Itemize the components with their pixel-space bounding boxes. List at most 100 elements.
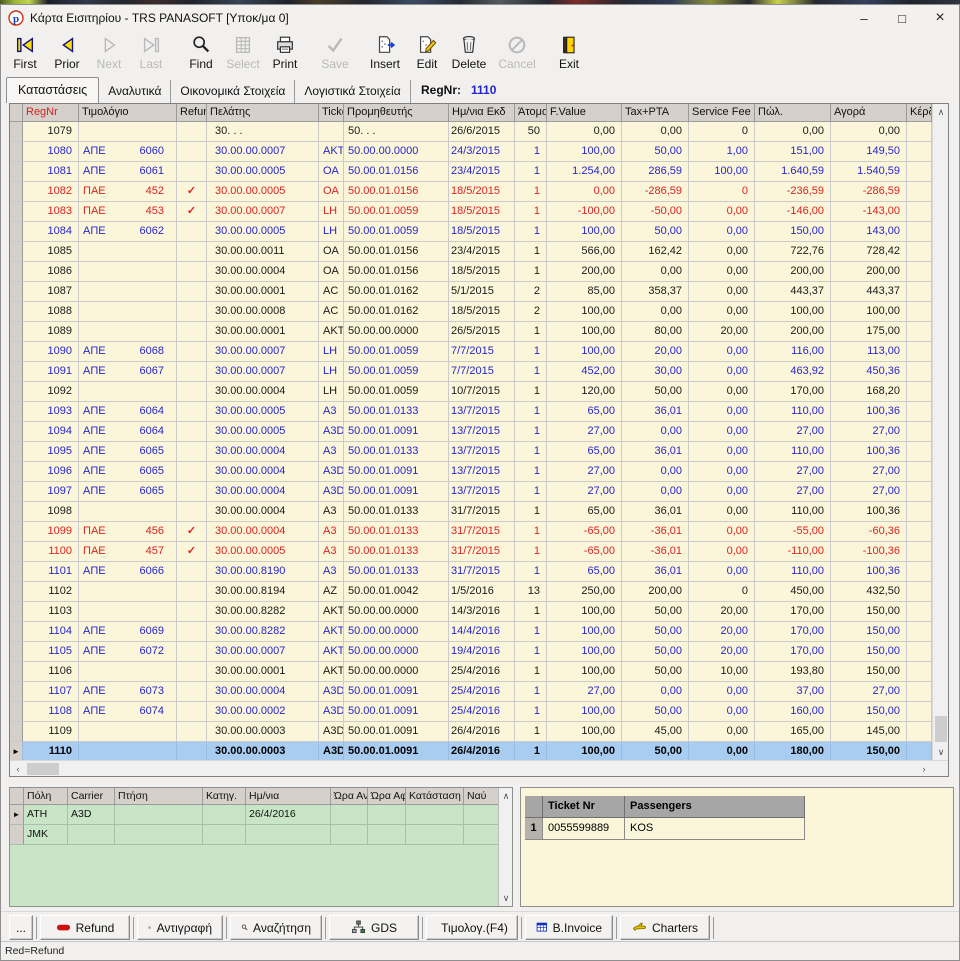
flight-cell[interactable] — [115, 805, 203, 825]
cell-issue-date[interactable]: 18/5/2015 — [449, 302, 515, 322]
cell-issue-date[interactable]: 7/7/2015 — [449, 362, 515, 382]
cell-persons[interactable]: 1 — [515, 242, 547, 262]
cell-service-fee[interactable]: 20,00 — [689, 642, 755, 662]
cell-persons[interactable]: 1 — [515, 182, 547, 202]
cell-supplier[interactable]: 50. . . — [344, 122, 449, 142]
cell-ticket[interactable]: OA — [319, 242, 344, 262]
cell-ticket[interactable]: LH — [319, 222, 344, 242]
cell-ticket[interactable]: AKT — [319, 142, 344, 162]
cell-tax-pta[interactable]: 0,00 — [622, 462, 689, 482]
maximize-button[interactable]: □ — [883, 5, 921, 31]
table-row[interactable]: 1093ΑΠΕ606430.00.00.0005A350.00.01.01331… — [10, 402, 932, 422]
cell-client[interactable]: 30.00.00.0002 — [207, 702, 319, 722]
cell-sale[interactable]: 200,00 — [755, 322, 831, 342]
cell-tax-pta[interactable]: 0,00 — [622, 122, 689, 142]
cell-invoice[interactable] — [79, 722, 177, 742]
cell-sale[interactable]: 0,00 — [755, 122, 831, 142]
cell-profit[interactable] — [907, 662, 932, 682]
more-button[interactable]: ... — [9, 915, 33, 940]
cell-regnr[interactable]: 1083 — [23, 202, 79, 222]
cell-issue-date[interactable]: 18/5/2015 — [449, 182, 515, 202]
cell-service-fee[interactable]: 20,00 — [689, 322, 755, 342]
cell-f-value[interactable]: 100,00 — [547, 662, 622, 682]
cell-f-value[interactable]: 100,00 — [547, 742, 622, 760]
cell-sale[interactable]: 150,00 — [755, 222, 831, 242]
row-selector[interactable] — [10, 422, 23, 442]
cell-regnr[interactable]: 1110 — [23, 742, 79, 760]
cell-invoice[interactable] — [79, 282, 177, 302]
cell-refund[interactable] — [177, 722, 207, 742]
cell-supplier[interactable]: 50.00.00.0000 — [344, 662, 449, 682]
cell-refund[interactable] — [177, 282, 207, 302]
toolbar-delete-button[interactable]: Delete — [448, 31, 490, 75]
cell-f-value[interactable]: 250,00 — [547, 582, 622, 602]
cell-regnr[interactable]: 1087 — [23, 282, 79, 302]
cell-invoice[interactable]: ΑΠΕ6069 — [79, 622, 177, 642]
cell-issue-date[interactable]: 25/4/2016 — [449, 702, 515, 722]
cell-tax-pta[interactable]: 50,00 — [622, 602, 689, 622]
scroll-down-icon[interactable]: ∨ — [499, 890, 513, 906]
cell-service-fee[interactable]: 0 — [689, 182, 755, 202]
cell-refund[interactable] — [177, 342, 207, 362]
cell-regnr[interactable]: 1106 — [23, 662, 79, 682]
table-row[interactable]: 1081ΑΠΕ606130.00.00.0005OA50.00.01.01562… — [10, 162, 932, 182]
flights-column-header[interactable]: Ημ/νια — [246, 788, 331, 805]
cell-regnr[interactable]: 1099 — [23, 522, 79, 542]
table-row[interactable]: 1095ΑΠΕ606530.00.00.0004A350.00.01.01331… — [10, 442, 932, 462]
refund-button[interactable]: Refund — [40, 915, 130, 940]
cell-tax-pta[interactable]: 50,00 — [622, 742, 689, 760]
cell-purchase[interactable]: 145,00 — [831, 722, 907, 742]
cell-regnr[interactable]: 1081 — [23, 162, 79, 182]
cell-profit[interactable] — [907, 522, 932, 542]
cell-sale[interactable]: 110,00 — [755, 402, 831, 422]
column-header-ticket[interactable]: Προμηθευτής — [344, 104, 449, 122]
cell-ticket[interactable]: LH — [319, 382, 344, 402]
table-row[interactable]: 1101ΑΠΕ606630.00.00.8190A350.00.01.01333… — [10, 562, 932, 582]
cell-f-value[interactable]: 27,00 — [547, 682, 622, 702]
toolbar-last-button[interactable]: Last — [130, 31, 172, 75]
cell-service-fee[interactable]: 0,00 — [689, 422, 755, 442]
cell-persons[interactable]: 1 — [515, 662, 547, 682]
flight-cell[interactable]: 26/4/2016 — [246, 805, 331, 825]
cell-purchase[interactable]: 150,00 — [831, 702, 907, 722]
cell-tax-pta[interactable]: 50,00 — [622, 662, 689, 682]
cell-profit[interactable] — [907, 202, 932, 222]
cell-sale[interactable]: -236,59 — [755, 182, 831, 202]
cell-persons[interactable]: 13 — [515, 582, 547, 602]
column-header-invoice_type[interactable]: Τιμολόγιο — [79, 104, 177, 122]
cell-client[interactable]: 30.00.00.0004 — [207, 682, 319, 702]
row-selector[interactable] — [10, 242, 23, 262]
cell-invoice[interactable] — [79, 242, 177, 262]
gds-button[interactable]: GDS — [329, 915, 419, 940]
cell-tax-pta[interactable]: 80,00 — [622, 322, 689, 342]
cell-client[interactable]: 30.00.00.0005 — [207, 162, 319, 182]
cell-profit[interactable] — [907, 642, 932, 662]
cell-profit[interactable] — [907, 222, 932, 242]
cell-f-value[interactable]: 1.254,00 — [547, 162, 622, 182]
toolbar-exit-button[interactable]: Exit — [548, 31, 590, 75]
cell-refund[interactable] — [177, 402, 207, 422]
cell-f-value[interactable]: 65,00 — [547, 442, 622, 462]
cell-client[interactable]: 30.00.00.0004 — [207, 442, 319, 462]
cell-sale[interactable]: 110,00 — [755, 502, 831, 522]
cell-ticket[interactable]: AKT — [319, 642, 344, 662]
cell-f-value[interactable]: 566,00 — [547, 242, 622, 262]
flights-column-header[interactable]: Ώρα Αφιξ. — [368, 788, 406, 805]
cell-client[interactable]: 30.00.00.0007 — [207, 142, 319, 162]
cell-client[interactable]: 30.00.00.0001 — [207, 322, 319, 342]
cell-profit[interactable] — [907, 622, 932, 642]
cell-service-fee[interactable]: 0,00 — [689, 442, 755, 462]
cell-invoice[interactable]: ΠΑΕ456 — [79, 522, 177, 542]
cell-regnr[interactable]: 1091 — [23, 362, 79, 382]
cell-issue-date[interactable]: 25/4/2016 — [449, 662, 515, 682]
row-selector[interactable] — [10, 722, 23, 742]
tab-katastaseis[interactable]: Καταστάσεις — [6, 77, 99, 103]
cell-ticket[interactable]: AKT — [319, 662, 344, 682]
cell-purchase[interactable]: 27,00 — [831, 682, 907, 702]
cell-refund[interactable] — [177, 562, 207, 582]
cell-sale[interactable]: 193,80 — [755, 662, 831, 682]
row-selector[interactable] — [10, 562, 23, 582]
cell-f-value[interactable]: 65,00 — [547, 502, 622, 522]
cell-client[interactable]: 30.00.00.0004 — [207, 502, 319, 522]
cell-persons[interactable]: 1 — [515, 222, 547, 242]
